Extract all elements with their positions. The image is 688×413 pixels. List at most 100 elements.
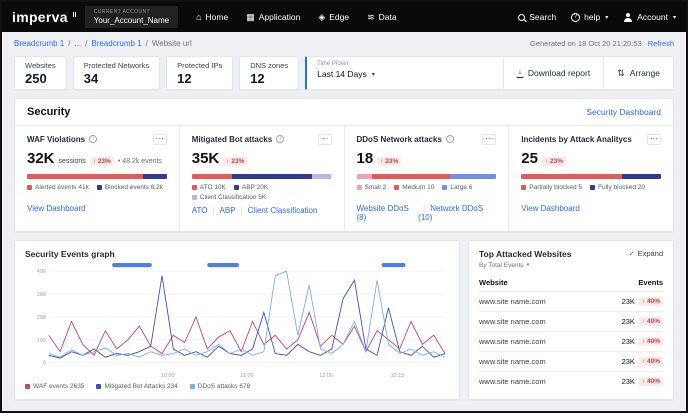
change-badge: ↑ 40%: [638, 316, 663, 326]
time-picker-label: Time Picker: [317, 61, 349, 67]
breadcrumb-link-1[interactable]: Breadcrumb 1: [14, 39, 64, 48]
legend-item: Partially blocked 5: [521, 184, 582, 191]
view-dashboard-link[interactable]: View Dashboard: [27, 204, 86, 213]
info-icon[interactable]: i: [445, 135, 454, 144]
card-extra: • 48.2k events: [117, 157, 162, 165]
time-picker[interactable]: Time Picker Last 14 Days ▾: [307, 57, 503, 89]
client-classification-link[interactable]: Client Classification: [236, 206, 318, 215]
breadcrumb-ellipsis[interactable]: ...: [74, 39, 81, 48]
card-menu-icon[interactable]: ⋯: [482, 134, 497, 145]
sort-filter-dropdown[interactable]: By Total Events ▾: [479, 262, 571, 269]
card-legend: Small 2 Medium 10 Large 6: [356, 184, 497, 199]
table-header: Website Events: [479, 278, 663, 292]
security-section-title: Security: [27, 106, 71, 118]
current-account-label: CURRENT ACCOUNT: [93, 9, 150, 15]
legend-item: Small 2: [356, 184, 386, 191]
legend-item: Mitigated Bot Attacks 234: [96, 383, 178, 390]
abp-link[interactable]: ABP: [207, 206, 236, 215]
sort-filter-value: By Total Events: [479, 261, 524, 269]
help-menu[interactable]: ? help ▾: [571, 12, 608, 22]
svg-text:11:00: 11:00: [240, 373, 253, 379]
top-navbar: imperva CURRENT ACCOUNT Your_Account_Nam…: [2, 2, 686, 32]
nav-item-application[interactable]: ▦ Application: [246, 12, 300, 22]
help-icon: ?: [571, 12, 581, 22]
svg-text:100: 100: [37, 338, 46, 344]
stats-toolbar: Time Picker Last 14 Days ▾ ↓ Download re…: [305, 56, 674, 90]
svg-text:0: 0: [43, 360, 46, 366]
ddos-network-attacks-card: DDoS Network attacks i ⋯ 18 ↑ 23% Small …: [345, 126, 510, 231]
stacked-bar: [27, 173, 167, 179]
nav-item-data[interactable]: ≋ Data: [367, 12, 397, 22]
nav-item-edge[interactable]: ◈ Edge: [318, 12, 349, 22]
chevron-down-icon: ▾: [371, 71, 375, 78]
breadcrumb-current: Website url: [151, 38, 192, 48]
card-value: 18: [356, 149, 374, 167]
expand-button[interactable]: ↔ Expand: [624, 246, 663, 259]
svg-text:400: 400: [37, 269, 46, 275]
legend-swatch: [25, 383, 30, 389]
expand-icon: ↔: [624, 246, 637, 259]
security-dashboard-link[interactable]: Security Dashboard: [586, 107, 661, 117]
security-events-graph-panel: Security Events graph 400 300 200 100 0 10:00…: [14, 239, 460, 400]
table-row: www.site name.com 23K ↑ 40%: [479, 352, 663, 372]
legend-item: Large 6: [442, 184, 472, 191]
col-events: Events: [638, 277, 663, 287]
events-value: 23K: [621, 336, 635, 346]
stats-row: Websites 250 Protected Networks 34 Prote…: [14, 56, 674, 90]
site-name: www.site name.com: [479, 356, 546, 366]
arrange-button[interactable]: ⇅ Arrange: [603, 57, 673, 89]
card-menu-icon[interactable]: ⋯: [647, 134, 661, 145]
time-picker-value: Last 14 Days: [317, 69, 367, 79]
current-account-switcher[interactable]: CURRENT ACCOUNT Your_Account_Name: [84, 6, 179, 28]
legend-swatch: [394, 184, 400, 190]
refresh-link[interactable]: Refresh: [648, 39, 674, 48]
table-row: www.site name.com 23K ↑ 40%: [479, 332, 663, 352]
card-menu-icon[interactable]: ⋯: [152, 134, 167, 145]
annotation-bar[interactable]: [381, 262, 406, 267]
stacked-bar: [521, 173, 661, 179]
legend-item: ABP 20K: [233, 184, 268, 191]
help-label: help: [584, 12, 601, 22]
card-title: Mitigated Bot attacks: [191, 134, 273, 144]
breadcrumb-link-2[interactable]: Breadcrumb 1: [91, 39, 141, 48]
download-report-label: Download report: [527, 68, 591, 78]
site-name: www.site name.com: [479, 316, 546, 326]
home-icon: ⌂: [196, 11, 202, 22]
legend-item: WAF events 2635: [25, 383, 84, 390]
table-row: www.site name.com 23K ↑ 40%: [479, 292, 663, 312]
stat-value: 12: [250, 71, 265, 86]
chevron-down-icon: ▾: [526, 262, 530, 269]
legend-swatch: [96, 184, 102, 190]
annotation-bar[interactable]: [112, 262, 152, 267]
breadcrumb: Breadcrumb 1 / ... / Breadcrumb 1 / Webs…: [2, 32, 686, 54]
info-icon[interactable]: i: [89, 135, 98, 144]
card-value: 25: [521, 149, 538, 167]
search-label: Search: [529, 12, 557, 22]
info-icon[interactable]: i: [276, 135, 285, 144]
svg-text:10:00: 10:00: [161, 373, 175, 379]
expand-label: Expand: [637, 248, 663, 258]
primary-nav: ⌂ Home ▦ Application ◈ Edge ≋ Data: [196, 12, 397, 22]
security-events-chart: 400 300 200 100 0 10:00 11:00 12:00 12:15: [37, 262, 446, 379]
search-button[interactable]: Search: [518, 12, 556, 22]
arrange-icon: ⇅: [617, 67, 625, 78]
ato-link[interactable]: ATO: [192, 206, 208, 215]
stacked-bar: [191, 173, 332, 179]
stat-value: 12: [177, 71, 192, 86]
network-ddos-link[interactable]: Network DDoS (10): [418, 204, 496, 222]
events-value: 23K: [621, 356, 635, 366]
stat-protected-ips: Protected IPs 12: [166, 56, 234, 90]
account-menu-label: Account: [637, 12, 668, 22]
view-dashboard-link[interactable]: View Dashboard: [521, 204, 580, 213]
download-report-button[interactable]: ↓ Download report: [502, 57, 603, 89]
download-icon: ↓: [516, 67, 523, 78]
svg-text:300: 300: [37, 292, 46, 298]
legend-swatch: [233, 184, 239, 190]
card-menu-icon[interactable]: ⋯: [317, 134, 332, 145]
card-title: DDoS Network attacks: [356, 134, 442, 144]
nav-item-home[interactable]: ⌂ Home: [196, 12, 228, 22]
annotation-bar[interactable]: [207, 262, 239, 267]
website-ddos-link[interactable]: Website DDoS (8): [357, 204, 419, 222]
account-menu[interactable]: Account ▾: [623, 12, 676, 22]
legend-item: DDoS attacks 678: [189, 383, 250, 390]
